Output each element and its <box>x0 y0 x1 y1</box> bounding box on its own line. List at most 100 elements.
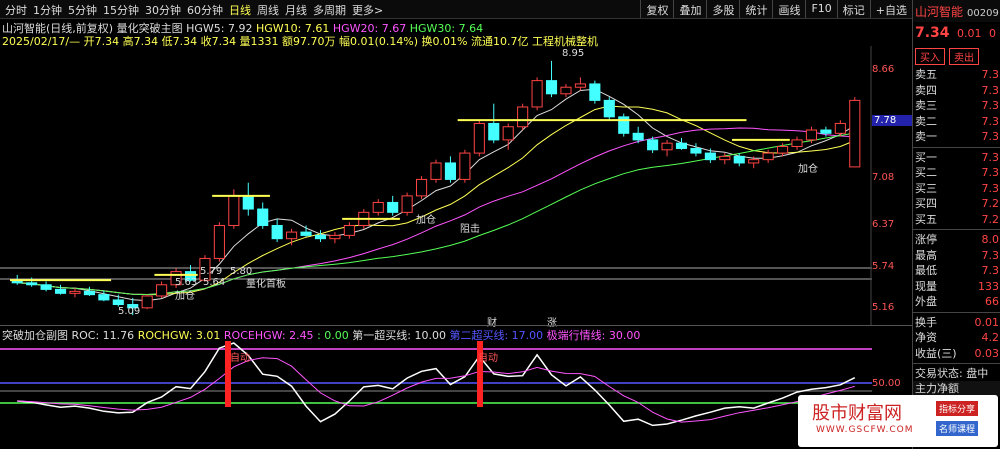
resist-label: 阻击 <box>460 224 480 235</box>
candle-body <box>112 299 124 306</box>
ma-line <box>17 105 855 296</box>
toolbar-button[interactable]: 多股 <box>706 0 739 18</box>
candle-body <box>719 155 731 161</box>
candle-body <box>603 99 615 118</box>
toolbar-button[interactable]: 统计 <box>739 0 772 18</box>
period-tab[interactable]: 30分钟 <box>142 2 184 18</box>
axis-label: 7.08 <box>872 172 895 183</box>
candle-body <box>690 147 702 154</box>
stock-header: 山河智能 00209 <box>913 0 1000 22</box>
quote-label: 净资 <box>915 331 937 344</box>
toolbar-button[interactable]: 标记 <box>836 0 870 18</box>
quote-row: 卖四 7.3 <box>913 83 1000 99</box>
high-label: 8.95 <box>562 48 585 59</box>
candlestick-chart[interactable] <box>0 46 872 326</box>
watermark-tag-share: 指标分享 <box>936 401 979 416</box>
value-label: 5.79 <box>200 266 223 277</box>
quote-value: 7.3 <box>981 130 1000 143</box>
toolbar-button[interactable]: 叠加 <box>673 0 706 18</box>
axis-label: 8.66 <box>872 64 895 75</box>
quote-row: 卖三 7.3 <box>913 98 1000 114</box>
quote-value: 66 <box>985 295 999 308</box>
candle-body <box>286 231 298 240</box>
toolbar-button[interactable]: 画线 <box>772 0 805 18</box>
period-tab[interactable]: 更多> <box>349 2 386 18</box>
add-label: 加仓 <box>798 164 818 175</box>
period-tab[interactable]: 周线 <box>254 2 282 18</box>
candle-body <box>805 129 818 141</box>
candle-body <box>849 99 861 168</box>
quote-label: 买三 <box>915 181 937 195</box>
period-tabs: 分时 1分钟 5分钟 15分钟 30分钟 60分钟 日线 周线 月线 多周期 更多> <box>2 2 386 18</box>
watermark-url: WWW.GSCFW.COM <box>816 425 914 435</box>
candle-body <box>488 122 500 141</box>
watermark-tag-course: 名师课程 <box>936 421 979 436</box>
current-price-marker: 7.78 <box>872 115 916 126</box>
quote-value: 7.3 <box>981 166 1000 179</box>
quote-label: 买四 <box>915 197 937 210</box>
main-flow-label[interactable]: 主力净额 <box>913 381 1000 396</box>
price-change: 0.01 <box>957 27 982 40</box>
quote-row: 净资 4.2 <box>913 330 1000 346</box>
buy-button[interactable]: 买入 <box>915 48 945 65</box>
sell-button[interactable]: 卖出 <box>949 48 979 65</box>
quote-value: 7.3 <box>981 68 1000 81</box>
period-tab[interactable]: 60分钟 <box>184 2 226 18</box>
period-tab[interactable]: 1分钟 <box>30 2 65 18</box>
candle-body <box>26 282 38 286</box>
quote-value: 7.3 <box>981 99 1000 112</box>
value-label: 5.64 <box>203 277 226 288</box>
order-book: 卖五 7.3 卖四 7.3 卖三 7.3 卖二 7.3 卖一 7.3 买一 7.3 买二 7.3 买三 7.3… <box>913 67 1000 227</box>
quote-value: 8.0 <box>981 233 1000 246</box>
quote-label: 现量 <box>915 279 937 293</box>
quote-value: 7.3 <box>981 83 1000 97</box>
quote-row: 最低 7.3 <box>913 263 1000 279</box>
quote-row: 买三 7.3 <box>913 181 1000 197</box>
candle-body <box>531 80 543 108</box>
quote-value: 7.3 <box>981 150 1000 164</box>
quote-value: 0.01 <box>974 315 1000 329</box>
candle-body <box>748 159 760 164</box>
period-tab[interactable]: 日线 <box>226 2 254 18</box>
candle-body <box>661 142 673 151</box>
oscillator-chart[interactable] <box>0 341 872 449</box>
toolbar-button[interactable]: +自选 <box>869 0 912 18</box>
candle-body <box>574 83 586 88</box>
candle-body <box>213 225 225 259</box>
period-tab[interactable]: 多周期 <box>310 2 349 18</box>
candle-body <box>791 139 803 147</box>
candle-body <box>242 195 254 210</box>
quote-value: 7.3 <box>981 181 1000 195</box>
quote-label: 卖四 <box>915 83 937 97</box>
candle-body <box>704 152 716 161</box>
quote-row: 卖一 7.3 <box>913 129 1000 145</box>
sub-axis-label: 50.00 <box>872 378 901 389</box>
quote-value: 0.03 <box>974 346 1000 360</box>
period-tab[interactable]: 月线 <box>282 2 310 18</box>
candle-body <box>733 155 745 164</box>
toolbar-button[interactable]: F10 <box>805 0 836 18</box>
period-tab[interactable]: 分时 <box>2 2 30 18</box>
period-tab[interactable]: 15分钟 <box>100 2 142 18</box>
candle-body <box>329 234 341 240</box>
stock-name: 山河智能 <box>915 5 964 19</box>
candle-body <box>69 290 81 294</box>
candle-body <box>54 288 67 294</box>
quote-value: 7.3 <box>981 264 1000 277</box>
period-tab[interactable]: 5分钟 <box>65 2 100 18</box>
quote-row: 买四 7.2 <box>913 196 1000 212</box>
axis-label: 6.37 <box>872 219 895 230</box>
roc-line <box>17 342 856 427</box>
price-change-pct: 0 <box>989 27 997 40</box>
candle-body <box>777 145 789 154</box>
candle-body <box>300 231 312 236</box>
candle-body <box>228 195 240 227</box>
candle-body <box>314 234 327 240</box>
quote-value: 4.2 <box>981 331 1000 344</box>
candle-body <box>430 162 442 180</box>
candle-body <box>271 225 283 240</box>
toolbar-button[interactable]: 复权 <box>640 0 673 18</box>
candle-body <box>372 201 384 213</box>
candle-body <box>632 132 644 141</box>
panel-divider <box>0 325 912 326</box>
